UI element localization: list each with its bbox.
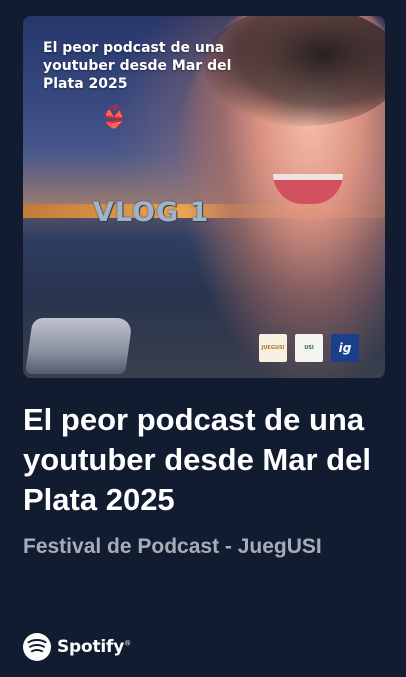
- cover-vlog-label: VLOG 1: [93, 197, 210, 228]
- juegusi-logo: JUEGUSI: [259, 334, 287, 362]
- cover-title-text: El peor podcast de una youtuber desde Ma…: [43, 40, 232, 92]
- cover-sponsor-logos: JUEGUSI USI ig: [259, 334, 359, 364]
- spotify-wordmark: Spotify®: [57, 637, 131, 657]
- episode-cover-art[interactable]: El peor podcast de una youtuber desde Ma…: [23, 16, 385, 378]
- spotify-embed-card: El peor podcast de una youtuber desde Ma…: [0, 0, 406, 677]
- spotify-logo-link[interactable]: Spotify®: [23, 630, 131, 664]
- show-name[interactable]: Festival de Podcast - JuegUSI: [23, 532, 393, 562]
- ig-logo: ig: [331, 334, 359, 362]
- cover-chair: [25, 318, 133, 374]
- bikini-icon: 👙: [100, 104, 128, 129]
- spotify-icon: [23, 633, 51, 661]
- usi-logo: USI: [295, 334, 323, 362]
- episode-title[interactable]: El peor podcast de una youtuber desde Ma…: [23, 400, 393, 520]
